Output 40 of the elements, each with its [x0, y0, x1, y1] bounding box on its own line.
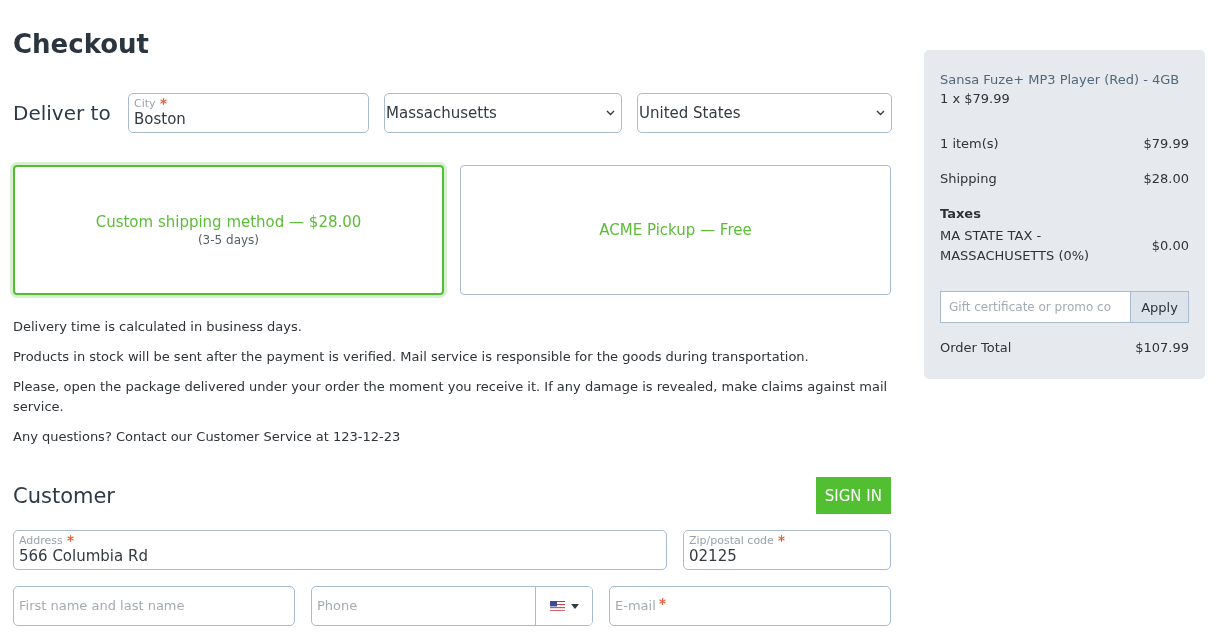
- field-label: Address: [19, 534, 74, 547]
- field-value[interactable]: 566 Columbia Rd: [19, 547, 661, 566]
- info-text: Delivery time is calculated in business days.: [13, 318, 303, 336]
- promo-code-input[interactable]: Gift certificate or promo co: [940, 291, 1131, 323]
- deliver-to-label: Deliver to: [13, 100, 112, 127]
- summary-value: $28.00: [1143, 170, 1189, 188]
- tax-value: $0.00: [1151, 237, 1189, 255]
- text-field[interactable]: Zip/postal code 02125: [683, 530, 891, 570]
- product-name: Sansa Fuze+ MP3 Player (Red) - 4GB: [940, 71, 1180, 89]
- field-placeholder: E-mail: [615, 597, 666, 615]
- flag-icon: [549, 601, 565, 611]
- country-code-dropdown[interactable]: [535, 587, 592, 625]
- info-text: Please, open the package delivered under your order the moment you receive it. If any damage is revealed, make claims against mail service.: [13, 378, 889, 416]
- city-field[interactable]: City Boston: [128, 93, 369, 133]
- summary-label: Order Total: [940, 339, 1012, 357]
- summary-label: Shipping: [940, 170, 997, 188]
- field-placeholder: First name and last name: [19, 597, 185, 615]
- shipping-option[interactable]: Custom shipping method — $28.00 (3-5 days): [13, 165, 444, 295]
- field-value[interactable]: 02125: [689, 547, 885, 566]
- summary-label: 1 item(s): [940, 135, 999, 153]
- caret-down-icon: [570, 603, 579, 609]
- product-quantity: 1 x $79.99: [940, 90, 1010, 108]
- field-value[interactable]: Boston: [134, 110, 363, 129]
- summary-value: $107.99: [1135, 339, 1189, 357]
- taxes-heading: Taxes: [940, 205, 981, 223]
- field-placeholder: Phone: [317, 597, 358, 615]
- tax-label: MA STATE TAX - MASSACHUSETTS (0%): [940, 227, 1091, 265]
- state-select[interactable]: Massachusetts: [384, 93, 622, 133]
- chevron-down-icon: [876, 110, 885, 116]
- section-title: Customer: [13, 482, 115, 510]
- page-title: Checkout: [13, 28, 150, 61]
- apply-button[interactable]: Apply: [1131, 291, 1189, 323]
- field-label: Zip/postal code: [689, 534, 785, 547]
- chevron-down-icon: [606, 110, 615, 116]
- info-text: Products in stock will be sent after the payment is verified. Mail service is responsible for the goods during transportation.: [13, 348, 810, 366]
- country-select[interactable]: United States: [637, 93, 892, 133]
- info-text: Any questions? Contact our Customer Service at 123-12-23: [13, 428, 402, 446]
- text-field[interactable]: Address 566 Columbia Rd: [13, 530, 667, 570]
- field-label: City: [134, 97, 167, 110]
- summary-value: $79.99: [1143, 135, 1189, 153]
